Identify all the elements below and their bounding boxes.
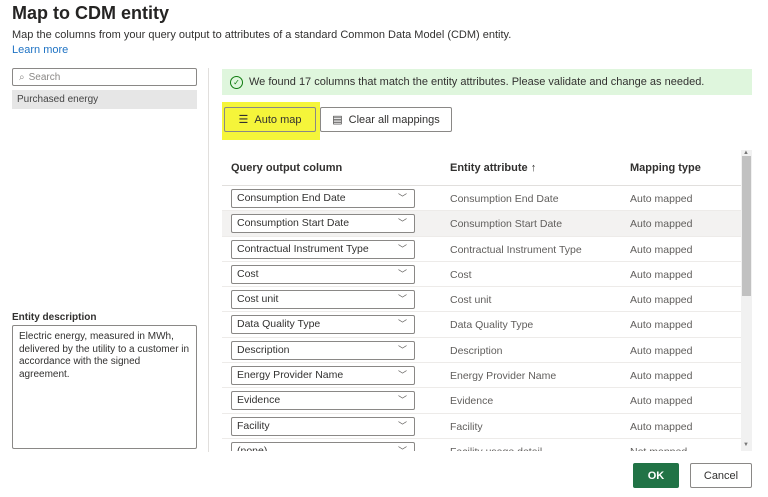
chevron-down-icon: ﹀	[397, 193, 407, 203]
search-icon: ⌕	[19, 71, 25, 83]
table-row: (none) ﹀ Facility usage detail Not mapped	[222, 439, 741, 451]
mapping-type: Auto mapped	[630, 193, 693, 205]
entity-description-label: Entity description	[12, 312, 97, 323]
entity-attribute: Description	[450, 344, 503, 357]
column-header-query[interactable]: Query output column	[231, 162, 342, 174]
chevron-down-icon: ﹀	[397, 294, 407, 305]
dropdown-value: Cost	[237, 267, 259, 280]
entity-attribute: Consumption End Date	[450, 193, 559, 205]
mapping-type: Auto mapped	[630, 319, 693, 332]
chevron-down-icon: ﹀	[397, 319, 407, 330]
entity-attribute: Facility	[450, 420, 483, 433]
entity-attribute: Energy Provider Name	[450, 370, 557, 383]
chevron-down-icon: ﹀	[397, 420, 407, 431]
dropdown-value: Evidence	[237, 394, 281, 407]
chevron-down-icon: ﹀	[397, 268, 407, 279]
scroll-up-icon[interactable]: ▲	[743, 150, 749, 156]
table-row: Facility ﹀ Facility Auto mapped	[222, 414, 741, 439]
attribute-header-label: Entity attribute	[450, 162, 528, 174]
mapping-table: Consumption End Date ﹀ Consumption End Da…	[222, 186, 741, 451]
column-header-mapping[interactable]: Mapping type	[630, 162, 701, 174]
auto-map-label: Auto map	[254, 113, 302, 126]
query-column-dropdown[interactable]: Consumption End Date ﹀	[231, 189, 415, 208]
column-header-attribute[interactable]: Entity attribute ↑	[450, 162, 536, 174]
table-row: Energy Provider Name ﹀ Energy Provider Na…	[222, 363, 741, 389]
mapping-type: Auto mapped	[630, 268, 693, 281]
table-row: Consumption Start Date ﹀ Consumption Star…	[222, 211, 741, 237]
mapping-type: Auto mapped	[630, 344, 693, 357]
entity-attribute: Contractual Instrument Type	[450, 243, 582, 256]
success-banner: ✓ We found 17 columns that match the ent…	[222, 69, 752, 95]
scroll-down-icon[interactable]: ▼	[743, 442, 749, 448]
query-column-dropdown[interactable]: Cost unit ﹀	[231, 290, 415, 310]
mapping-type: Not mapped	[630, 446, 687, 451]
divider	[208, 68, 209, 452]
dropdown-value: Facility	[237, 419, 270, 432]
clear-all-mappings-button[interactable]: ▤ Clear all mappings	[320, 107, 452, 132]
chevron-down-icon: ﹀	[397, 445, 407, 451]
cancel-button[interactable]: Cancel	[690, 463, 752, 488]
mapping-type: Auto mapped	[630, 243, 693, 256]
entity-attribute: Cost	[450, 268, 472, 281]
query-column-dropdown[interactable]: Facility ﹀	[231, 416, 415, 436]
chevron-down-icon: ﹀	[397, 395, 407, 406]
scrollbar-thumb[interactable]	[742, 156, 751, 296]
chevron-down-icon: ﹀	[397, 344, 407, 355]
query-column-dropdown[interactable]: Energy Provider Name ﹀	[231, 366, 415, 386]
table-row: Description ﹀ Description Auto mapped	[222, 338, 741, 364]
query-column-dropdown[interactable]: Description ﹀	[231, 340, 415, 360]
table-row: Cost ﹀ Cost Auto mapped	[222, 262, 741, 288]
entity-attribute: Data Quality Type	[450, 319, 534, 332]
dropdown-value: Consumption End Date	[237, 192, 346, 204]
mapping-type: Auto mapped	[630, 420, 693, 433]
query-column-dropdown[interactable]: (none) ﹀	[231, 441, 415, 451]
search-input[interactable]: ⌕ Search	[12, 68, 197, 86]
chevron-down-icon: ﹀	[397, 370, 407, 381]
table-row: Contractual Instrument Type ﹀ Contractual…	[222, 237, 741, 262]
mapping-type: Auto mapped	[630, 294, 693, 307]
query-column-dropdown[interactable]: Evidence ﹀	[231, 391, 415, 411]
mapping-type: Auto mapped	[630, 218, 693, 231]
dialog-title: Map to CDM entity	[12, 3, 169, 23]
entity-attribute: Consumption Start Date	[450, 218, 563, 231]
search-placeholder: Search	[28, 71, 61, 83]
clear-list-icon: ▤	[332, 114, 343, 126]
dropdown-value: Cost unit	[237, 293, 279, 306]
check-circle-icon: ✓	[230, 75, 243, 89]
chevron-down-icon: ﹀	[397, 218, 407, 229]
auto-map-button[interactable]: ☰ Auto map	[224, 107, 316, 132]
entity-attribute: Facility usage detail	[450, 446, 542, 451]
dropdown-value: Data Quality Type	[237, 318, 321, 331]
dialog-subtitle: Map the columns from your query output t…	[12, 29, 512, 41]
mapping-type: Auto mapped	[630, 395, 693, 408]
query-column-dropdown[interactable]: Cost ﹀	[231, 264, 415, 284]
entity-list-item[interactable]: Purchased energy	[12, 90, 197, 109]
clear-all-label: Clear all mappings	[348, 113, 440, 126]
table-row: Evidence ﹀ Evidence Auto mapped	[222, 388, 741, 414]
query-column-dropdown[interactable]: Consumption Start Date ﹀	[231, 214, 415, 234]
chevron-down-icon: ﹀	[397, 243, 407, 254]
entity-attribute: Evidence	[450, 395, 494, 408]
learn-more-link[interactable]: Learn more	[12, 44, 68, 56]
table-row: Data Quality Type ﹀ Data Quality Type Aut…	[222, 312, 741, 338]
entity-attribute: Cost unit	[450, 294, 492, 307]
query-column-dropdown[interactable]: Data Quality Type ﹀	[231, 315, 415, 335]
entity-description: Electric energy, measured in MWh, delive…	[12, 325, 197, 449]
banner-text: We found 17 columns that match the entit…	[249, 76, 705, 88]
dropdown-value: (none)	[237, 444, 268, 451]
mapping-type: Auto mapped	[630, 370, 693, 383]
ok-button[interactable]: OK	[633, 463, 679, 488]
table-row: Cost unit ﹀ Cost unit Auto mapped	[222, 287, 741, 313]
dropdown-value: Description	[237, 343, 290, 356]
dropdown-value: Consumption Start Date	[237, 217, 350, 230]
dropdown-value: Energy Provider Name	[237, 369, 344, 382]
auto-map-icon: ☰	[238, 114, 249, 126]
query-column-dropdown[interactable]: Contractual Instrument Type ﹀	[231, 239, 415, 259]
dropdown-value: Contractual Instrument Type	[237, 242, 369, 255]
table-row: Consumption End Date ﹀ Consumption End Da…	[222, 186, 741, 212]
sort-ascending-icon: ↑	[530, 162, 537, 174]
